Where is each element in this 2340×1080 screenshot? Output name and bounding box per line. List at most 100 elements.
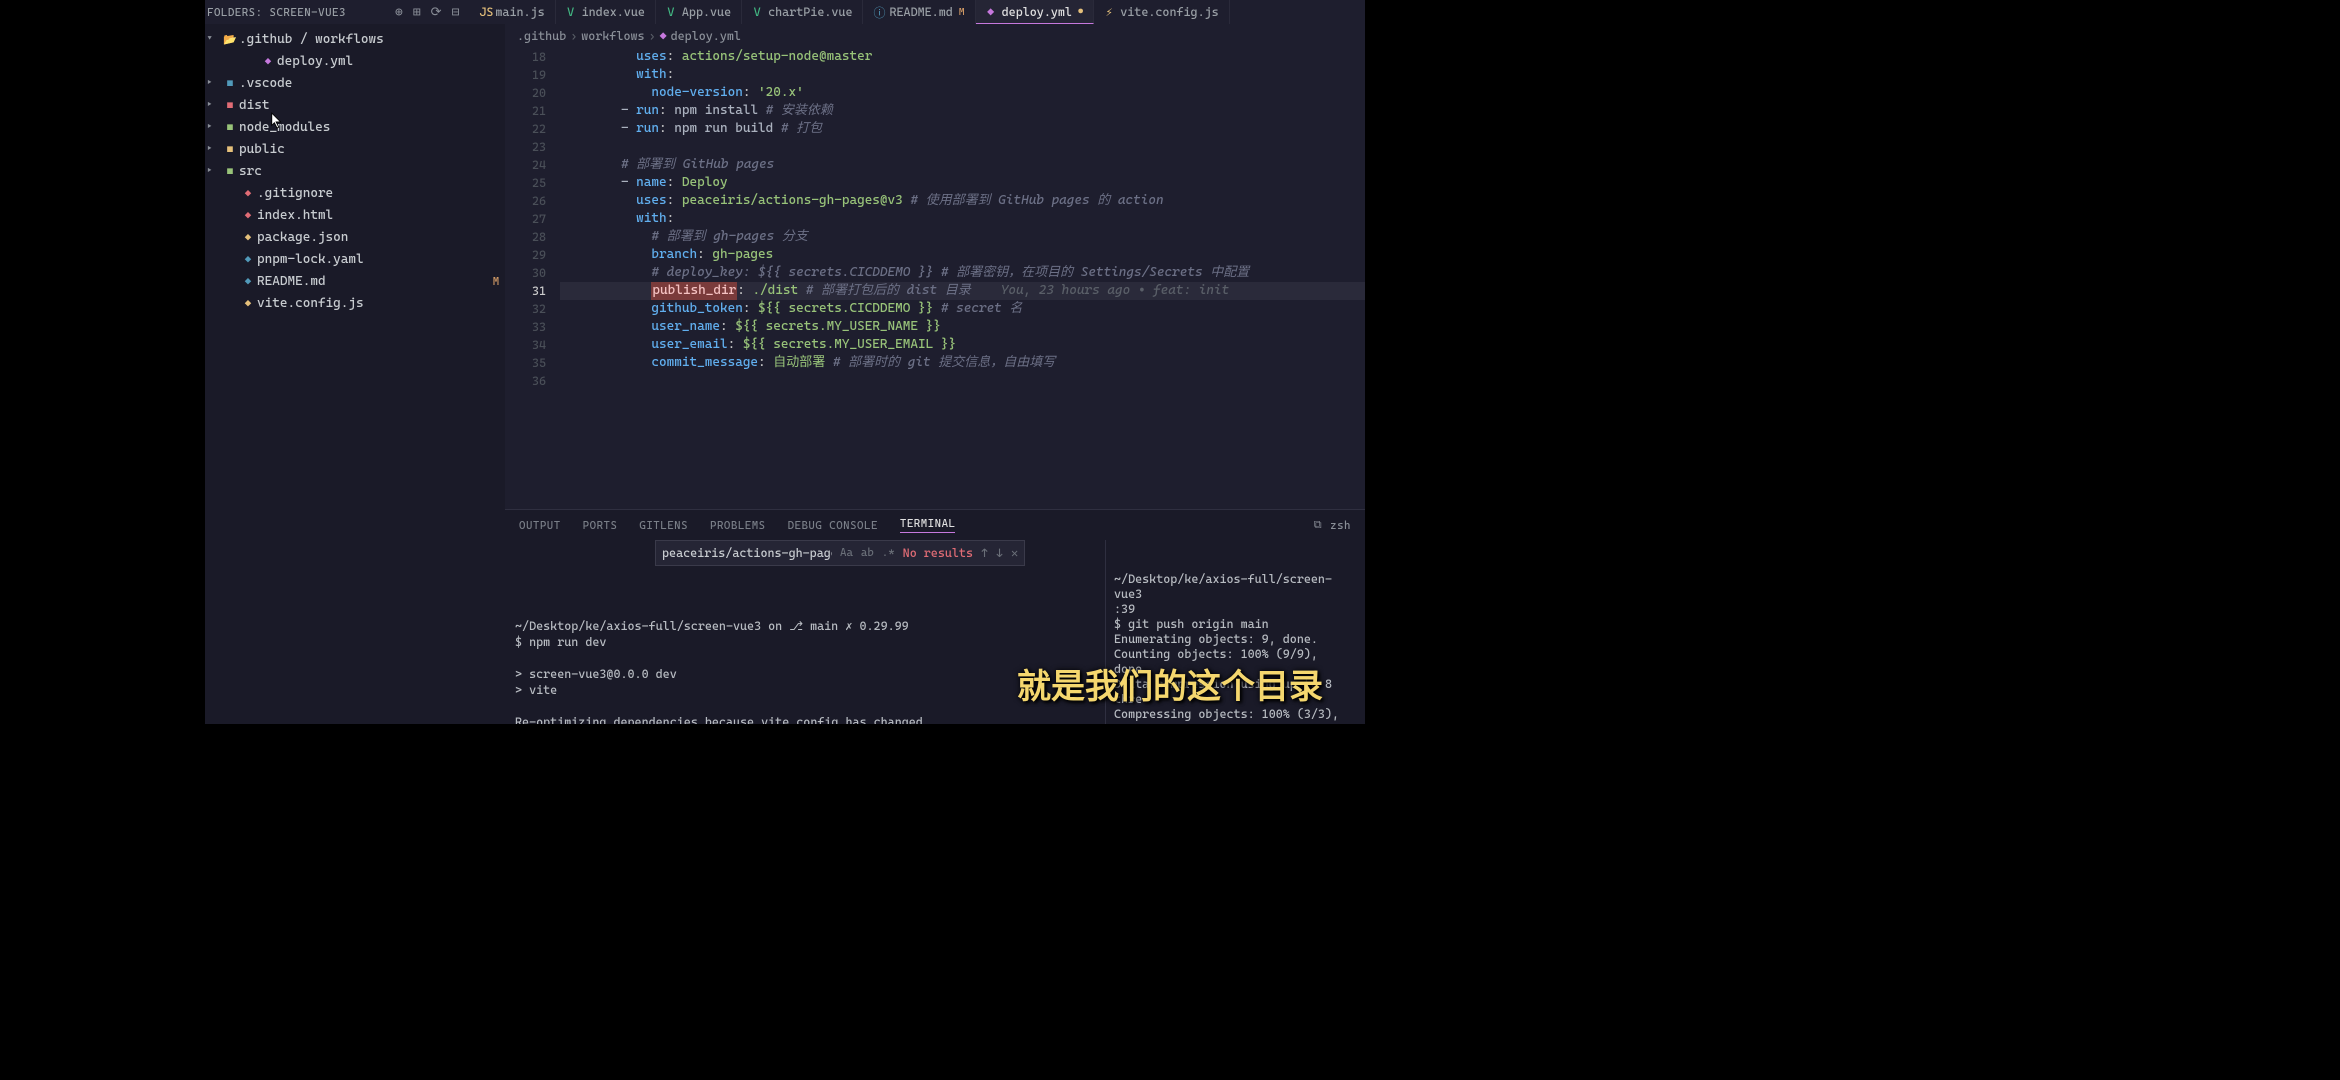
file-type-icon: ■	[221, 77, 239, 90]
editor-tab[interactable]: ⚡vite.config.js	[1094, 0, 1229, 24]
tree-item-label: src	[239, 164, 487, 179]
chevron-icon: ▸	[207, 100, 221, 110]
breadcrumb-seg[interactable]: .github	[517, 29, 566, 43]
search-close-icon[interactable]: ✕	[1011, 545, 1018, 561]
panel-tab[interactable]: TERMINAL	[900, 517, 956, 533]
file-explorer: ▾📂.github / workflows◆deploy.yml▸■.vscod…	[205, 24, 505, 724]
tree-item[interactable]: ▸■public	[205, 138, 505, 160]
line-number: 23	[505, 138, 546, 156]
breadcrumb[interactable]: .github › workflows › ◆ deploy.yml	[505, 24, 1365, 48]
chevron-icon: ▸	[207, 78, 221, 88]
editor-tab[interactable]: VchartPie.vue	[742, 0, 863, 24]
collapse-icon[interactable]: ⊟	[452, 5, 460, 20]
search-prev-icon[interactable]: ↑	[981, 545, 988, 561]
yml-icon: ◆	[986, 5, 996, 19]
code-line[interactable]: with:	[560, 210, 1365, 228]
tree-item-label: vite.config.js	[257, 296, 487, 311]
panel-tabbar: OUTPUT PORTS GITLENS PROBLEMS DEBUG CONSOLE T…	[505, 510, 1365, 540]
code-line[interactable]: - run: npm install # 安装依赖	[560, 102, 1365, 120]
line-number: 22	[505, 120, 546, 138]
line-number: 36	[505, 372, 546, 390]
tree-item[interactable]: ▾📂.github / workflows	[205, 28, 505, 50]
line-number: 30	[505, 264, 546, 282]
git-blame-annotation: You, 23 hours ago • feat: init	[1001, 282, 1230, 300]
line-number: 35	[505, 354, 546, 372]
tab-label: deploy.yml	[1002, 5, 1072, 19]
chevron-right-icon: ›	[570, 29, 577, 43]
terminal-search: Aa ab .* No results ↑ ↓ ✕	[655, 540, 1025, 566]
tree-item[interactable]: ◆index.html	[205, 204, 505, 226]
terminal-left[interactable]: Aa ab .* No results ↑ ↓ ✕ ~/Desktop/ke/a…	[505, 540, 1105, 724]
panel-tab[interactable]: GITLENS	[639, 519, 688, 532]
code-line[interactable]: uses: peaceiris/actions-gh-pages@v3 # 使用…	[560, 192, 1365, 210]
match-word-icon[interactable]: ab	[861, 545, 874, 561]
line-number: 31	[505, 282, 546, 300]
tree-item[interactable]: ▸■.vscode	[205, 72, 505, 94]
line-number: 34	[505, 336, 546, 354]
editor-tab[interactable]: Vindex.vue	[556, 0, 656, 24]
panel-tab[interactable]: OUTPUT	[519, 519, 561, 532]
tab-label: App.vue	[682, 5, 731, 19]
code-line[interactable]: with:	[560, 66, 1365, 84]
vue-icon: V	[666, 5, 676, 19]
line-number: 29	[505, 246, 546, 264]
regex-icon[interactable]: .*	[882, 545, 895, 561]
tree-item[interactable]: ▸■dist	[205, 94, 505, 116]
refresh-icon[interactable]: ⟳	[431, 5, 442, 20]
code-line[interactable]	[560, 138, 1365, 156]
panel-tab[interactable]: DEBUG CONSOLE	[788, 519, 878, 532]
new-file-icon[interactable]: ⊕	[395, 5, 403, 20]
tree-item-label: README.md	[257, 274, 487, 289]
search-next-icon[interactable]: ↓	[996, 545, 1003, 561]
code-line[interactable]: commit_message: 自动部署 # 部署时的 git 提交信息，自由填…	[560, 354, 1365, 372]
editor-tab[interactable]: JSmain.js	[469, 0, 555, 24]
code-line[interactable]: # 部署到 gh-pages 分支	[560, 228, 1365, 246]
code-line[interactable]: uses: actions/setup-node@master	[560, 48, 1365, 66]
tree-item[interactable]: ◆deploy.yml	[205, 50, 505, 72]
terminal-right[interactable]: ~/Desktop/ke/axios-full/screen-vue3 :39 …	[1105, 540, 1365, 724]
tree-item[interactable]: ▸■src	[205, 160, 505, 182]
editor-tab[interactable]: ◆deploy.yml●	[976, 0, 1095, 24]
file-type-icon: ◆	[239, 297, 257, 310]
code-line[interactable]: # 部署到 GitHub pages	[560, 156, 1365, 174]
code-line[interactable]: github_token: ${{ secrets.CICDDEMO }} # …	[560, 300, 1365, 318]
tree-item[interactable]: ◆.gitignore	[205, 182, 505, 204]
code-editor[interactable]: uses: actions/setup-node@master with: no…	[560, 48, 1365, 509]
line-number: 33	[505, 318, 546, 336]
tree-item-label: package.json	[257, 230, 487, 245]
tree-item[interactable]: ▸■node_modules	[205, 116, 505, 138]
file-type-icon: ◆	[239, 253, 257, 266]
chevron-icon: ▸	[207, 144, 221, 154]
breadcrumb-seg[interactable]: workflows	[581, 29, 644, 43]
editor-tab[interactable]: V App.vue	[656, 0, 742, 24]
tree-item[interactable]: ◆package.json	[205, 226, 505, 248]
terminal-shell-icon[interactable]: ⧉	[1314, 518, 1322, 532]
code-line[interactable]: user_name: ${{ secrets.MY_USER_NAME }}	[560, 318, 1365, 336]
search-input[interactable]	[662, 546, 832, 560]
code-line[interactable]: node-version: '20.x'	[560, 84, 1365, 102]
tree-item-label: .gitignore	[257, 186, 487, 201]
file-type-icon: ◆	[239, 275, 257, 288]
file-type-icon: 📂	[221, 33, 239, 46]
editor-tab[interactable]: ⓘREADME.mdM	[863, 0, 975, 24]
tree-item[interactable]: ◆pnpm-lock.yaml	[205, 248, 505, 270]
code-line[interactable]: # deploy_key: ${{ secrets.CICDDEMO }} # …	[560, 264, 1365, 282]
tab-label: chartPie.vue	[768, 5, 852, 19]
panel-tab[interactable]: PROBLEMS	[710, 519, 766, 532]
code-line[interactable]: publish_dir: ./dist # 部署打包后的 dist 目录You,…	[560, 282, 1365, 300]
line-number: 32	[505, 300, 546, 318]
match-case-icon[interactable]: Aa	[840, 545, 853, 561]
ts-icon: ⚡	[1104, 5, 1114, 19]
breadcrumb-seg[interactable]: deploy.yml	[671, 29, 741, 43]
code-line[interactable]: - run: npm run build # 打包	[560, 120, 1365, 138]
code-line[interactable]: branch: gh-pages	[560, 246, 1365, 264]
code-line[interactable]: - name: Deploy	[560, 174, 1365, 192]
new-folder-icon[interactable]: ⊞	[413, 5, 421, 20]
tree-item[interactable]: ◆vite.config.js	[205, 292, 505, 314]
code-line[interactable]	[560, 372, 1365, 390]
tree-item[interactable]: ◆README.mdM	[205, 270, 505, 292]
file-type-icon: ■	[221, 99, 239, 112]
code-line[interactable]: user_email: ${{ secrets.MY_USER_EMAIL }}	[560, 336, 1365, 354]
tree-item-label: dist	[239, 98, 487, 113]
panel-tab[interactable]: PORTS	[583, 519, 618, 532]
